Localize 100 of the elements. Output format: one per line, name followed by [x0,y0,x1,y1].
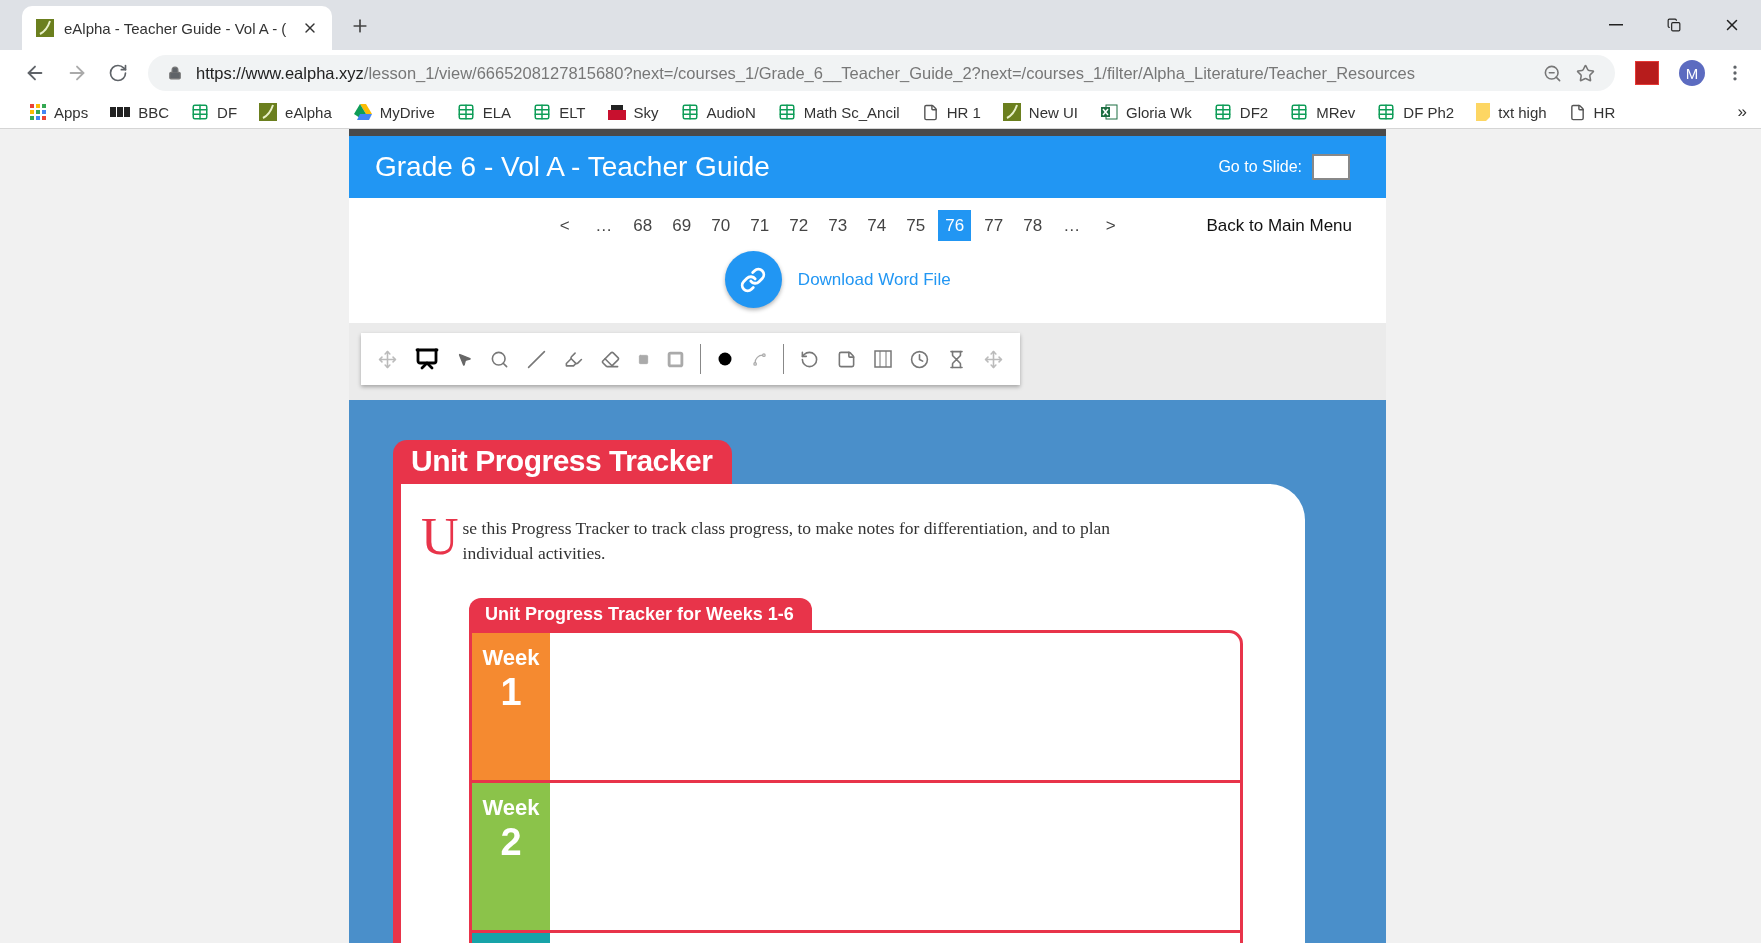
page-button[interactable]: 70 [704,210,738,241]
page-button[interactable]: 75 [899,210,933,241]
bookmark[interactable]: Gloria Wk [1100,103,1192,121]
address-field[interactable]: https://www.ealpha.xyz/lesson_1/view/6665208127815680?next=/courses_1/Grade_6__Teacher_Guide_2?next=/courses_1/filter/Alpha_Literature/Teacher_Resources [148,55,1615,91]
bookmark[interactable]: New UI [1002,103,1078,121]
eraser-icon [601,349,621,369]
bookmark[interactable]: DF Ph2 [1377,103,1455,121]
page-button[interactable]: 72 [782,210,816,241]
bookmark-label: Gloria Wk [1126,103,1192,121]
bookmark[interactable]: AudioN [680,103,756,121]
page-button[interactable]: 73 [821,210,855,241]
page-button[interactable]: > [1094,210,1128,241]
link-button[interactable] [724,251,782,308]
bookmark[interactable]: DF [191,103,238,121]
bookmark[interactable]: Sky [607,103,659,121]
bookmark-label: DF Ph2 [1403,103,1455,121]
page-button[interactable]: 77 [977,210,1011,241]
blocks-icon [110,107,131,117]
bookmark-label: DF2 [1239,103,1269,121]
page-button[interactable]: 69 [665,210,699,241]
page-button[interactable]: 74 [860,210,894,241]
week-label: Week [482,795,540,821]
spreadsheet-icon [1100,103,1118,121]
spreadsheet-icon [680,103,699,121]
bookmark-label: MyDrive [379,103,435,121]
week-number: 2 [500,821,522,864]
leaf-logo-icon [1002,103,1021,121]
move-icon [378,349,397,369]
apps-icon [30,104,46,120]
presentation-icon [415,347,440,371]
bookmark[interactable]: MyDrive [353,103,435,121]
pointer-icon [457,351,473,367]
bookmark[interactable]: HR 1 [921,103,981,121]
document-icon [1568,103,1586,121]
bookmark[interactable]: ELT [533,103,586,121]
dot-icon [717,351,734,367]
leaf-logo-icon [36,19,54,37]
star-icon[interactable] [1576,63,1595,83]
board-icon [873,350,892,368]
spreadsheet-icon [777,103,796,121]
bookmark[interactable]: Math Sc_Ancil [777,103,900,121]
spreadsheet-icon [1377,103,1396,121]
slide-number-field[interactable] [1312,154,1350,180]
bookmark-label: Math Sc_Ancil [803,103,900,121]
bookmark[interactable]: BBC [110,103,170,121]
note-icon [1476,103,1491,121]
news-logo-icon [607,104,626,120]
leaf-logo-icon [259,103,278,121]
more-bookmarks-button[interactable]: » [1737,102,1747,122]
page-button[interactable]: … [1055,210,1089,241]
spreadsheet-icon [1213,103,1232,121]
page-button[interactable]: 78 [1016,210,1050,241]
link-icon [740,266,767,293]
move-icon [983,349,1003,369]
bookmark-label: ELT [559,103,586,121]
bookmark[interactable]: eAlpha [259,103,332,121]
clock-icon [909,349,929,369]
slide-heading: Unit Progress Tracker [393,440,733,484]
intro-paragraph: se this Progress Tracker to track class progress, to make notes for differentiation, and to plan individual activities. [462,517,1112,565]
spreadsheet-icon [456,103,475,121]
bookmark[interactable]: DF2 [1213,103,1269,121]
bookmark-label: AudioN [706,103,756,121]
zoom-icon[interactable] [1543,63,1562,83]
bookmark-label: BBC [138,103,170,121]
bookmark[interactable]: ELA [456,103,512,121]
lock-icon [168,66,182,80]
minimize-icon [1609,24,1623,26]
bookmark-label: MRev [1316,103,1356,121]
bookmark-label: HR [1593,103,1616,121]
bookmark-label: Sky [633,103,659,121]
page-button[interactable]: … [587,210,621,241]
back-to-menu-link[interactable]: Back to Main Menu [1206,210,1352,323]
page-button[interactable]: 68 [626,210,660,241]
drop-cap: U [421,514,459,561]
bookmark-label: DF [217,103,238,121]
curve-icon [751,351,767,367]
week-number: 1 [500,671,522,714]
frame-icon [667,350,685,368]
reload-button[interactable] [108,63,128,83]
bookmark-label: HR 1 [946,103,981,121]
browser-tab[interactable]: eAlpha - Teacher Guide - Vol A - ( [22,6,332,50]
pen-icon [527,349,547,369]
highlighter-icon [564,349,584,369]
spreadsheet-icon [191,103,210,121]
note-icon [836,349,856,369]
bookmark[interactable]: Apps [30,103,89,121]
tracker-heading: Unit Progress Tracker for Weeks 1-6 [469,598,812,630]
undo-icon [799,349,819,369]
document-icon [921,103,939,121]
bookmark[interactable]: MRev [1290,103,1356,121]
profile-avatar[interactable]: M [1679,60,1705,86]
goto-label: Go to Slide: [1218,158,1302,176]
page-button[interactable]: 71 [743,210,777,241]
bookmark[interactable]: HR [1568,103,1616,121]
page-button[interactable]: < [548,210,582,241]
bookmark-label: txt high [1498,103,1547,121]
square-icon [638,353,650,365]
bookmark-label: eAlpha [285,103,332,121]
bookmark-label: ELA [482,103,512,121]
bookmark[interactable]: txt high [1476,103,1547,121]
